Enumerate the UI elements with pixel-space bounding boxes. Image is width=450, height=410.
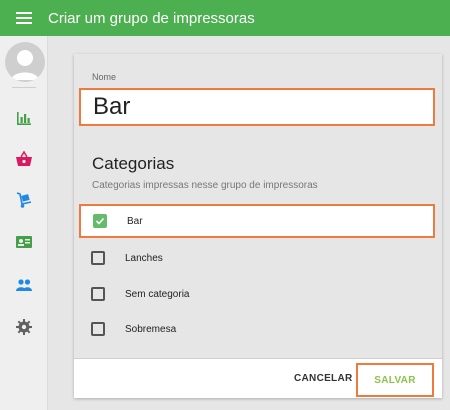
sidebar-item-delivery[interactable] — [12, 188, 36, 212]
bar-chart-icon — [17, 112, 31, 125]
category-label: Bar — [127, 215, 143, 227]
printer-group-form: Nome Categorias Categorias impressas nes… — [74, 54, 442, 398]
category-row-lanches[interactable]: Lanches — [79, 241, 435, 275]
basket-icon — [16, 150, 32, 166]
checkbox[interactable] — [91, 287, 105, 301]
name-field[interactable] — [79, 88, 435, 126]
hamburger-menu-icon — [16, 12, 32, 24]
sidebar — [0, 36, 48, 410]
categories-subtitle: Categorias impressas nesse grupo de impr… — [92, 180, 318, 191]
save-button[interactable]: SALVAR — [356, 363, 434, 397]
sidebar-item-customers[interactable] — [12, 230, 36, 254]
categories-title: Categorias — [92, 154, 175, 173]
id-card-icon — [16, 236, 32, 248]
name-input[interactable] — [93, 93, 433, 121]
dolly-icon — [16, 192, 32, 208]
category-row-sem-categoria[interactable]: Sem categoria — [79, 277, 435, 311]
form-body: Nome Categorias Categorias impressas nes… — [74, 54, 442, 358]
user-icon — [11, 50, 39, 80]
people-icon — [16, 279, 32, 291]
avatar[interactable] — [5, 42, 45, 82]
check-icon — [95, 217, 105, 225]
cancel-button[interactable]: CANCELAR — [294, 373, 353, 384]
gear-icon — [16, 319, 32, 335]
category-label: Sem categoria — [125, 288, 190, 300]
app-bar: Criar um grupo de impressoras — [0, 0, 450, 36]
checkbox-checked[interactable] — [93, 214, 107, 228]
sidebar-divider — [12, 87, 36, 88]
sidebar-item-users[interactable] — [12, 273, 36, 297]
checkbox[interactable] — [91, 251, 105, 265]
menu-button[interactable] — [0, 0, 48, 36]
checkbox[interactable] — [91, 322, 105, 336]
category-row-sobremesa[interactable]: Sobremesa — [79, 312, 435, 346]
page-title: Criar um grupo de impressoras — [48, 9, 255, 27]
sidebar-item-settings[interactable] — [12, 315, 36, 339]
sidebar-item-orders[interactable] — [12, 147, 36, 171]
form-actions: CANCELAR SALVAR — [74, 358, 442, 398]
category-label: Sobremesa — [125, 323, 177, 335]
category-row-bar[interactable]: Bar — [79, 204, 435, 238]
name-field-label: Nome — [92, 72, 117, 82]
category-label: Lanches — [125, 252, 163, 264]
sidebar-item-reports[interactable] — [12, 106, 36, 130]
